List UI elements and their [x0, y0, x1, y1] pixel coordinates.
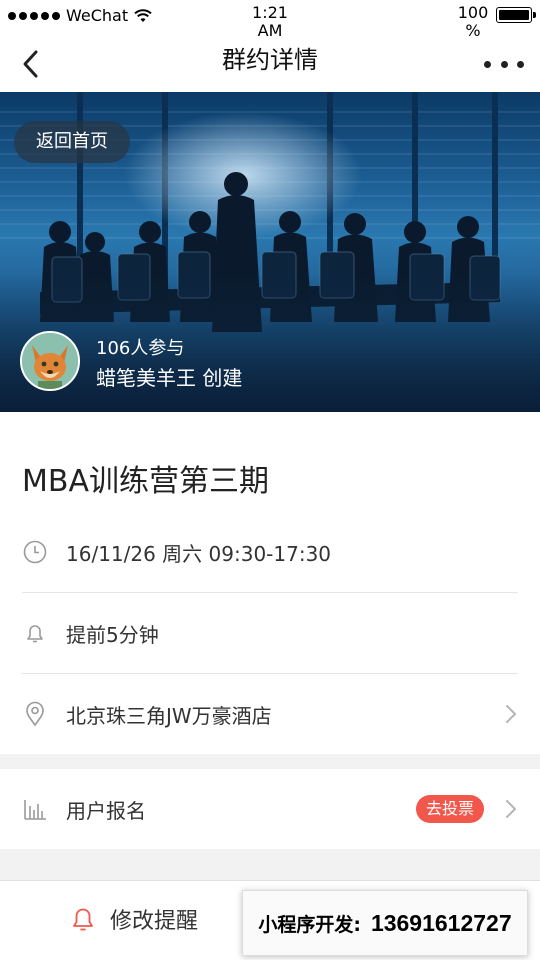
wifi-icon	[134, 8, 152, 22]
event-reminder: 提前5分钟	[66, 622, 159, 647]
promo-label: 小程序开发:	[258, 913, 361, 936]
signup-row[interactable]: 用户报名 去投票	[22, 769, 518, 849]
fox-avatar-icon	[22, 333, 78, 389]
bell-icon	[73, 908, 93, 931]
signal-icon	[8, 11, 60, 20]
datetime-row: 16/11/26 周六 09:30-17:30	[22, 512, 518, 592]
carrier-name: WeChat	[66, 6, 129, 25]
nav-bar: 群约详情	[0, 36, 540, 92]
avatar[interactable]	[20, 331, 80, 391]
battery-icon	[496, 7, 536, 23]
location-pin-icon	[22, 701, 48, 727]
battery-percent: 100 %	[457, 3, 489, 40]
bar-chart-icon	[22, 796, 48, 822]
event-title: MBA训练营第三期	[22, 464, 269, 499]
status-left: WeChat	[8, 6, 152, 25]
more-button[interactable]	[484, 50, 524, 78]
page-title: 群约详情	[222, 46, 318, 74]
participant-count: 106人参与	[96, 338, 185, 359]
signup-card: 用户报名 去投票	[0, 769, 540, 849]
event-banner: 返回首页 106人参与 蜡笔美羊王 创建	[0, 92, 540, 412]
edit-reminder-button[interactable]: 修改提醒	[70, 903, 198, 935]
event-datetime: 16/11/26 周六 09:30-17:30	[66, 541, 332, 566]
status-right: 100 %	[456, 3, 536, 40]
status-time: 1:21 AM	[252, 3, 288, 40]
clock-icon	[22, 539, 48, 565]
signup-label: 用户报名	[66, 798, 146, 823]
chevron-right-icon	[506, 800, 516, 818]
promo-phone: 13691612727	[370, 909, 512, 936]
more-dots-icon	[484, 60, 491, 68]
event-info-card: MBA训练营第三期 16/11/26 周六 09:30-17:30 提前5分钟	[0, 412, 540, 754]
promo-banner: 小程序开发: 13691612727	[242, 890, 528, 956]
vote-button[interactable]: 去投票	[415, 795, 484, 823]
location-row[interactable]: 北京珠三角JW万豪酒店	[22, 674, 518, 754]
creator-label: 蜡笔美羊王 创建	[96, 366, 243, 390]
bell-icon	[22, 620, 48, 646]
chevron-right-icon	[506, 705, 516, 723]
reminder-row[interactable]: 提前5分钟	[22, 593, 518, 673]
event-location: 北京珠三角JW万豪酒店	[66, 703, 272, 728]
edit-reminder-label: 修改提醒	[110, 909, 199, 934]
status-bar: WeChat 1:21 AM 100 %	[0, 0, 540, 40]
home-button[interactable]: 返回首页	[14, 121, 130, 163]
